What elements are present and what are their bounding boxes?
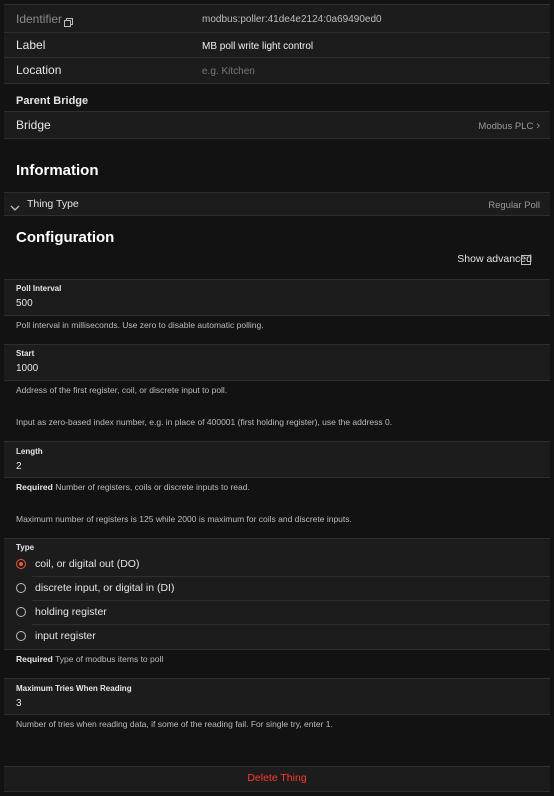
- max-tries-input[interactable]: 3: [16, 698, 22, 709]
- bridge-value: Modbus PLC: [478, 121, 534, 132]
- length-required: Required: [16, 482, 53, 492]
- copy-icon[interactable]: [64, 14, 73, 27]
- thing-type-label: Thing Type: [27, 198, 79, 210]
- location-input[interactable]: e.g. Kitchen: [202, 66, 255, 77]
- max-tries-hint: Number of tries when reading data, if so…: [16, 719, 333, 729]
- start-field[interactable]: Start 1000: [4, 344, 550, 381]
- start-hint-2: Input as zero-based index number, e.g. i…: [16, 417, 393, 427]
- start-label: Start: [16, 349, 35, 358]
- length-hint-2: Maximum number of registers is 125 while…: [16, 514, 352, 524]
- max-tries-field[interactable]: Maximum Tries When Reading 3: [4, 678, 550, 715]
- divider: [32, 600, 550, 601]
- radio-discrete-input[interactable]: [16, 583, 26, 593]
- bridge-row[interactable]: Bridge Modbus PLC ›: [4, 112, 550, 138]
- type-hint: Required Type of modbus items to poll: [16, 654, 163, 664]
- bridge-label: Bridge: [16, 118, 51, 132]
- start-input[interactable]: 1000: [16, 363, 38, 374]
- location-label: Location: [16, 63, 62, 77]
- parent-bridge-title: Parent Bridge: [16, 95, 89, 107]
- type-option-label: holding register: [35, 606, 107, 618]
- thing-type-value: Regular Poll: [488, 200, 540, 211]
- configuration-title: Configuration: [16, 229, 115, 246]
- type-option-label: coil, or digital out (DO): [35, 558, 140, 570]
- delete-thing-button[interactable]: Delete Thing: [4, 767, 550, 791]
- thing-type-row[interactable]: Thing Type Regular Poll: [4, 193, 550, 215]
- divider: [32, 576, 550, 577]
- information-title: Information: [16, 162, 99, 179]
- length-label: Length: [16, 447, 43, 456]
- identifier-row: Identifier modbus:poller:41de4e2124:0a69…: [4, 6, 550, 32]
- chevron-right-icon: ›: [536, 120, 540, 132]
- radio-holding-register[interactable]: [16, 607, 26, 617]
- identifier-label: Identifier: [16, 12, 63, 26]
- type-required: Required: [16, 654, 53, 664]
- type-hint-text: Type of modbus items to poll: [55, 654, 164, 664]
- label-row[interactable]: Label MB poll write light control: [4, 32, 550, 58]
- start-hint-1: Address of the first register, coil, or …: [16, 385, 228, 395]
- poll-interval-hint: Poll interval in milliseconds. Use zero …: [16, 320, 264, 330]
- radio-input-register[interactable]: [16, 631, 26, 641]
- radio-coil[interactable]: [16, 559, 26, 569]
- type-option-label: discrete input, or digital in (DI): [35, 582, 175, 594]
- max-tries-label: Maximum Tries When Reading: [16, 684, 132, 693]
- bridge-value-wrap: Modbus PLC ›: [478, 120, 540, 132]
- length-field[interactable]: Length 2: [4, 441, 550, 478]
- poll-interval-field[interactable]: Poll Interval 500: [4, 279, 550, 316]
- show-advanced-checkbox[interactable]: [521, 255, 531, 265]
- label-input[interactable]: MB poll write light control: [202, 41, 313, 52]
- divider: [32, 624, 550, 625]
- location-row[interactable]: Location e.g. Kitchen: [4, 57, 550, 83]
- length-hint-1: Required Number of registers, coils or d…: [16, 482, 250, 492]
- poll-interval-input[interactable]: 500: [16, 298, 33, 309]
- label-label: Label: [16, 38, 46, 52]
- length-input[interactable]: 2: [16, 461, 22, 472]
- identifier-value: modbus:poller:41de4e2124:0a69490ed0: [202, 14, 382, 25]
- length-hint-1-text: Number of registers, coils or discrete i…: [55, 482, 250, 492]
- chevron-down-icon[interactable]: [10, 199, 20, 217]
- delete-thing-label: Delete Thing: [247, 772, 307, 784]
- type-label: Type: [16, 543, 35, 552]
- poll-interval-label: Poll Interval: [16, 284, 62, 293]
- type-option-label: input register: [35, 630, 96, 642]
